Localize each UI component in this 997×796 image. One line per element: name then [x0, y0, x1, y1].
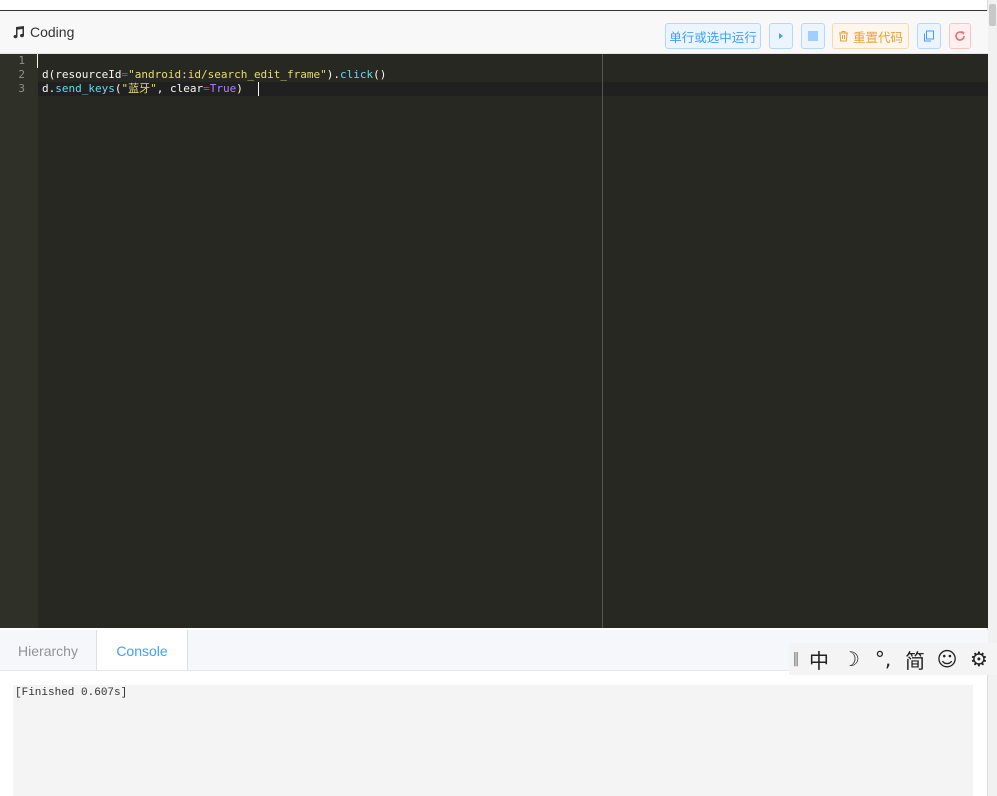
line-number: 3	[18, 82, 25, 95]
ime-chinese-mode[interactable]: 中	[803, 645, 835, 674]
text-cursor	[37, 54, 38, 68]
code-line-2[interactable]: d(resourceId="android:id/search_edit_fra…	[42, 68, 386, 82]
text-cursor-end	[258, 82, 259, 96]
trash-icon	[838, 31, 848, 42]
window-top-bar	[0, 0, 997, 11]
ime-settings-gear-icon[interactable]: ⚙	[963, 647, 995, 671]
line-number: 2	[18, 68, 25, 81]
code-editor[interactable]: 1 2 3 d(resourceId="android:id/search_ed…	[0, 54, 988, 628]
refresh-icon	[955, 31, 965, 41]
ime-toolbar: ‖ 中 ☽ °, 简 ☺ ⚙	[789, 643, 997, 675]
console-output-text: [Finished 0.607s]	[15, 687, 128, 699]
print-margin	[602, 54, 603, 628]
panel-title-text: Coding	[30, 24, 75, 40]
copy-icon	[924, 30, 934, 42]
coding-header: Coding 单行或选中运行 重置代码	[0, 11, 988, 54]
editor-gutter: 1 2 3	[0, 54, 38, 628]
ime-punctuation-toggle[interactable]: °,	[867, 647, 899, 671]
ime-simplified-toggle[interactable]: 简	[899, 645, 931, 674]
play-icon	[779, 33, 783, 39]
stop-button[interactable]	[801, 23, 825, 49]
run-selection-button[interactable]: 单行或选中运行	[665, 23, 761, 49]
music-note-icon	[13, 26, 25, 39]
ime-emoji-icon[interactable]: ☺	[931, 647, 963, 671]
code-line-3[interactable]: d.send_keys("蓝牙", clear=True)	[42, 82, 243, 96]
ime-moon-icon[interactable]: ☽	[835, 647, 867, 671]
panel-title: Coding	[12, 24, 74, 40]
copy-button[interactable]	[917, 23, 941, 49]
reset-code-button[interactable]: 重置代码	[832, 23, 909, 49]
drag-handle-icon[interactable]: ‖	[789, 651, 803, 667]
refresh-button[interactable]	[949, 23, 971, 49]
reset-code-label: 重置代码	[852, 29, 903, 45]
play-button[interactable]	[769, 23, 793, 49]
stop-icon	[808, 31, 818, 41]
tab-console[interactable]: Console	[96, 630, 188, 670]
page-scrollbar[interactable]	[987, 0, 997, 796]
tab-hierarchy[interactable]: Hierarchy	[0, 630, 96, 670]
scrollbar-thumb[interactable]	[989, 4, 996, 26]
line-number: 1	[18, 54, 25, 67]
console-output-panel: [Finished 0.607s]	[13, 685, 973, 796]
